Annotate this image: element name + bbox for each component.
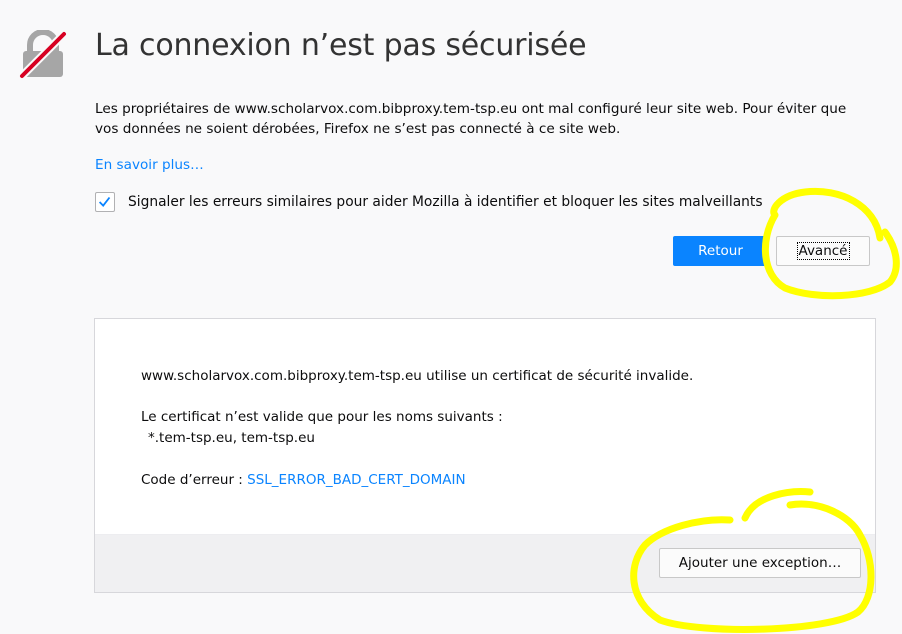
error-code-label: Code d’erreur : xyxy=(141,472,248,488)
invalid-cert-text: www.scholarvox.com.bibproxy.tem-tsp.eu u… xyxy=(141,368,694,384)
checkmark-icon xyxy=(98,196,111,207)
error-code-link[interactable]: SSL_ERROR_BAD_CERT_DOMAIN xyxy=(247,472,465,488)
advanced-panel: www.scholarvox.com.bibproxy.tem-tsp.eu u… xyxy=(94,318,876,593)
valid-names-list: *.tem-tsp.eu, tem-tsp.eu xyxy=(148,430,315,446)
error-description: Les propriétaires de www.scholarvox.com.… xyxy=(95,101,847,137)
add-exception-button[interactable]: Ajouter une exception… xyxy=(659,548,861,578)
learn-more-link[interactable]: En savoir plus… xyxy=(95,157,204,173)
report-errors-checkbox[interactable] xyxy=(95,192,115,212)
broken-lock-icon xyxy=(19,30,67,79)
error-code-row: Code d’erreur : SSL_ERROR_BAD_CERT_DOMAI… xyxy=(141,472,466,488)
advanced-panel-footer: Ajouter une exception… xyxy=(95,534,875,592)
advanced-button[interactable]: Avancé xyxy=(776,236,870,266)
back-button[interactable]: Retour xyxy=(673,236,768,266)
page-title: La connexion n’est pas sécurisée xyxy=(95,28,587,63)
report-errors-label[interactable]: Signaler les erreurs similaires pour aid… xyxy=(128,194,763,210)
advanced-button-label: Avancé xyxy=(796,242,850,260)
valid-names-intro: Le certificat n’est valide que pour les … xyxy=(141,409,503,425)
